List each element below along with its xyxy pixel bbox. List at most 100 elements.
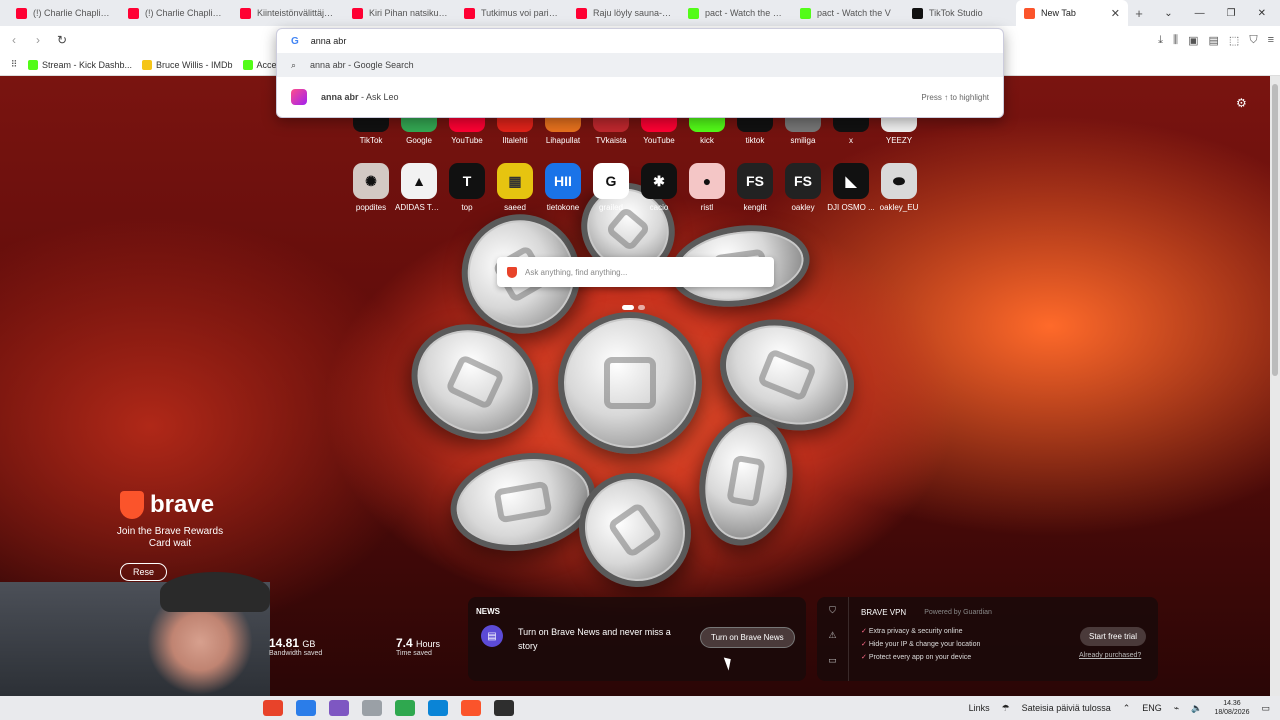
shortcut-tile[interactable]: ✱ cacio [635,163,683,212]
shortcut-favicon-icon: ◣ [833,163,869,199]
warning-widget-icon[interactable]: ⚠ [828,630,836,641]
shortcut-tile[interactable]: Google [395,118,443,145]
scrollbar-thumb[interactable] [1272,84,1278,376]
page-dots[interactable] [622,305,645,310]
shortcut-tile[interactable]: smiliga [779,118,827,145]
minimize-icon[interactable]: — [1195,8,1205,19]
shortcut-tile[interactable]: YouTube [443,118,491,145]
shortcut-tile[interactable]: tiktok [731,118,779,145]
tab-favicon-icon [912,7,923,19]
browser-tab[interactable]: (!) Charlie Chaplin M [120,0,232,26]
shortcut-tile[interactable]: Ggrailed [587,163,635,212]
shortcut-tile[interactable]: TVkaista [587,118,635,145]
shortcut-tile[interactable]: YEEZY [875,118,923,145]
shortcut-tile[interactable]: ▲ ADIDAS TA... [395,163,443,212]
shortcut-tile[interactable]: ⬬ oakley_EU [875,163,923,212]
system-tray: Links ☂ Sateisia päiviä tulossa ⌃ ENG ⌁ … [969,696,1280,720]
turn-on-news-button[interactable]: Turn on Brave News [700,627,795,648]
tab-favicon-icon [240,7,251,19]
shortcut-tile[interactable]: TikTok [347,118,395,145]
start-trial-button[interactable]: Start free trial [1080,627,1147,646]
downloads-icon[interactable]: ⤓ [1158,34,1163,47]
browser-tab[interactable]: Raju löyly sauna-set [568,0,680,26]
stats-widget-icon[interactable]: ▭ [828,655,837,666]
bookmark-item[interactable]: Bruce Willis - IMDb [142,59,233,70]
taskbar-app-icon[interactable] [296,700,316,716]
shortcut-tile[interactable]: FS kenglit [731,163,779,212]
taskbar-app-icon[interactable] [362,700,382,716]
back-icon[interactable]: ‹ [4,33,24,47]
shortcut-tile[interactable]: x [827,118,875,145]
network-icon[interactable]: ⌁ [1174,703,1179,714]
suggestion-google-search[interactable]: ⌕ anna abr - Google Search [277,53,1003,77]
bookmark-favicon-icon [242,59,253,70]
apps-grid-icon[interactable]: ⠿ [0,59,28,70]
shortcut-tile[interactable]: Ttop [443,163,491,212]
already-purchased-link[interactable]: Already purchased? [1079,652,1141,659]
shortcut-favicon-icon [449,118,485,132]
shortcut-tile[interactable]: HII tietokone [539,163,587,212]
vpn-icon[interactable]: ⛉ [1249,34,1257,47]
suggestion-ask-leo[interactable]: anna abr - Ask Leo Press ↑ to highlight [277,85,1003,109]
taskbar-app-icon[interactable] [395,700,415,716]
browser-tab[interactable]: (!) Charlie Chaplin - S [8,0,120,26]
tab-strip: (!) Charlie Chaplin - S (!) Charlie Chapl… [0,0,1280,26]
shortcut-tile[interactable]: ✺ popdites [347,163,395,212]
taskbar-app-icon[interactable] [329,700,349,716]
reload-icon[interactable]: ↻ [52,33,72,47]
browser-tab[interactable]: New Tab ✕ [1016,0,1128,26]
tab-favicon-icon [16,7,27,19]
tab-search-icon[interactable]: ⌄ [1164,8,1172,19]
address-input-text[interactable]: anna abr [311,36,347,46]
vpn-widget-icon[interactable]: ⛉ [829,605,836,616]
new-tab-plus-icon[interactable]: + [1128,6,1150,21]
taskbar-app-icon[interactable] [428,700,448,716]
customize-settings-icon[interactable]: ⚙ [1236,96,1247,110]
browser-tab[interactable]: pact - Watch the V [792,0,904,26]
browser-tab[interactable]: Tutkimus voi parittav [456,0,568,26]
browser-tab[interactable]: pact - Watch the VOD [680,0,792,26]
wallet-icon[interactable]: ▤ [1209,34,1219,47]
shortcut-tile[interactable]: kick [683,118,731,145]
language-indicator[interactable]: ENG [1142,703,1162,713]
volume-icon[interactable]: 🔈 [1191,703,1202,714]
ntp-search-box[interactable]: Ask anything, find anything... [497,257,774,287]
page-scrollbar[interactable] [1270,76,1280,696]
shortcut-tile[interactable]: ◣ DJI OSMO ... [827,163,875,212]
widget-switcher: ⛉ ⚠ ▭ [817,597,849,681]
maximize-icon[interactable]: ❐ [1227,8,1236,19]
tray-overflow-icon[interactable]: ⌃ [1123,703,1131,714]
close-tab-icon[interactable]: ✕ [1111,7,1120,20]
shortcut-favicon-icon: FS [737,163,773,199]
weather-text[interactable]: Sateisia päiviä tulossa [1022,703,1111,713]
library-icon[interactable]: ⫼ [1173,34,1178,47]
shortcut-tile[interactable]: Iltalehti [491,118,539,145]
notifications-icon[interactable]: ▭ [1261,703,1270,714]
taskbar-app-icon[interactable] [461,700,481,716]
browser-tab[interactable]: Kiinteistönvälittäjätä [232,0,344,26]
shortcut-favicon-icon [689,118,725,132]
menu-icon[interactable]: ≡ [1268,34,1274,46]
shortcut-tile[interactable]: YouTube [635,118,683,145]
close-window-icon[interactable]: ✕ [1258,8,1266,19]
forward-icon[interactable]: › [28,33,48,47]
shortcut-favicon-icon [641,118,677,132]
clock[interactable]: 14.36 18/08/2026 [1214,699,1249,717]
google-icon: G [291,35,299,47]
bookmark-item[interactable]: Stream - Kick Dashb... [28,59,132,70]
taskbar-app-icon[interactable] [494,700,514,716]
extensions-icon[interactable]: ⬚ [1229,34,1239,47]
browser-tab[interactable]: TikTok Studio [904,0,1016,26]
rewards-button[interactable]: Rese [120,563,168,581]
shortcut-tile[interactable]: FS oakley [779,163,827,212]
browser-tab[interactable]: Kiri Pihan natsikulku [344,0,456,26]
shortcut-tile[interactable]: Lihapullat [539,118,587,145]
weather-icon[interactable]: ☂ [1002,703,1010,714]
links-toolbar[interactable]: Links [969,703,990,713]
vpn-card: ⛉ ⚠ ▭ BRAVE VPN Powered by Guardian Extr… [817,597,1158,681]
address-bar[interactable]: G anna abr [277,29,1003,53]
shortcut-tile[interactable]: ● ristl [683,163,731,212]
taskbar-app-icon[interactable] [263,700,283,716]
shortcut-tile[interactable]: ▦ saeed [491,163,539,212]
sidebar-icon[interactable]: ▣ [1188,34,1198,47]
